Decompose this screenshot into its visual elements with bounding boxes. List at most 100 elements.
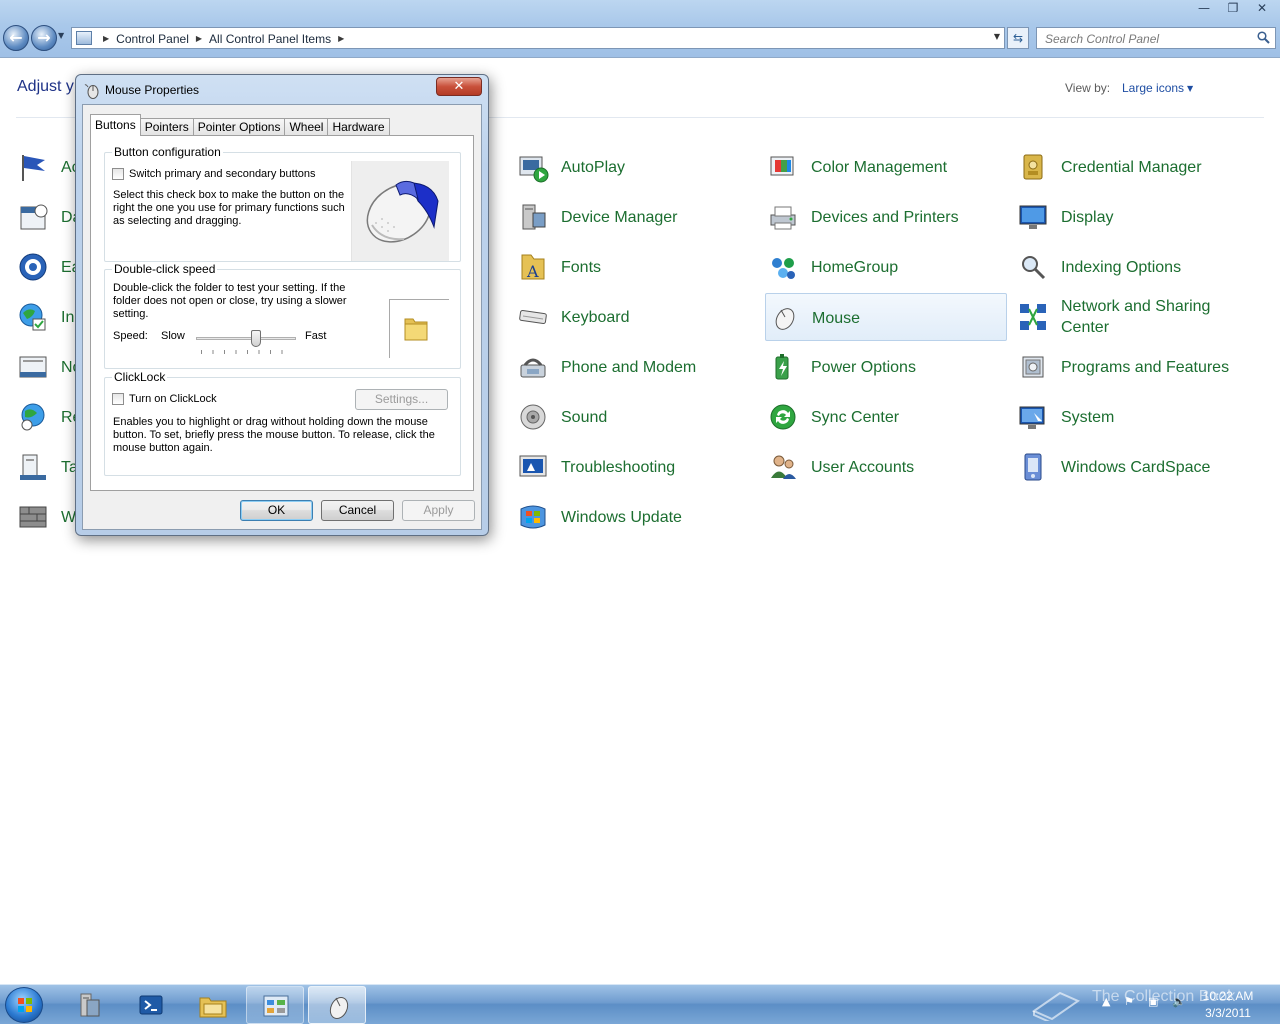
- power-options-icon: [775, 354, 789, 380]
- clicklock-settings-button[interactable]: Settings...: [355, 389, 448, 410]
- tab-wheel[interactable]: Wheel: [284, 118, 329, 136]
- devices-printers-icon: [770, 206, 796, 230]
- address-bar[interactable]: ▶ Control Panel ▶ All Control Panel Item…: [71, 27, 1005, 49]
- control-panel-icon: [76, 31, 92, 45]
- cp-item-credential-manager[interactable]: Credential Manager: [1015, 143, 1257, 191]
- refresh-button[interactable]: ⇆: [1007, 27, 1029, 49]
- cp-item-partial[interactable]: In: [15, 293, 75, 341]
- cp-item-sync-center[interactable]: Sync Center: [765, 393, 1007, 441]
- cp-item-label: Sound: [561, 408, 608, 426]
- cancel-button[interactable]: Cancel: [321, 500, 394, 521]
- sync-center-icon: [770, 404, 796, 430]
- taskbar-control-panel[interactable]: [246, 986, 304, 1024]
- cp-item-network-and-sharing-center[interactable]: Network and Sharing Center: [1015, 293, 1257, 341]
- tab-hardware[interactable]: Hardware: [327, 118, 390, 136]
- cp-item-partial[interactable]: Ea: [15, 243, 81, 291]
- cp-item-windows-update[interactable]: Windows Update: [515, 493, 757, 541]
- cp-item-partial[interactable]: No: [15, 343, 81, 391]
- cp-item-partial[interactable]: Ac: [15, 143, 80, 191]
- ok-button[interactable]: OK: [240, 500, 313, 521]
- recent-pages-dropdown[interactable]: ▼: [58, 31, 64, 40]
- maximize-button[interactable]: ❐: [1219, 0, 1247, 17]
- test-folder-area[interactable]: [389, 299, 449, 358]
- cp-item-sound[interactable]: Sound: [515, 393, 757, 441]
- taskbar-windows-explorer[interactable]: [184, 986, 242, 1024]
- forward-button[interactable]: →: [31, 25, 57, 51]
- cp-item-homegroup[interactable]: HomeGroup: [765, 243, 1007, 291]
- taskbar-powershell[interactable]: [122, 986, 180, 1024]
- chevron-down-icon[interactable]: ▼: [1187, 84, 1193, 93]
- breadcrumb-control-panel[interactable]: Control Panel: [116, 32, 189, 46]
- search-input[interactable]: [1037, 29, 1247, 49]
- taskbar-server-manager[interactable]: [60, 986, 118, 1024]
- cp-item-label: Device Manager: [561, 208, 678, 226]
- cp-item-label: Power Options: [811, 358, 916, 376]
- close-window-button[interactable]: ✕: [1248, 0, 1276, 17]
- cp-item-device-manager[interactable]: Device Manager: [515, 193, 757, 241]
- double-click-speed-group: Double-click speed Double-click the fold…: [104, 262, 461, 369]
- cp-item-phone-and-modem[interactable]: Phone and Modem: [515, 343, 757, 391]
- cp-item-label: Color Management: [811, 158, 948, 176]
- back-button[interactable]: ←: [3, 25, 29, 51]
- tab-buttons[interactable]: Buttons: [90, 114, 141, 136]
- cp-item-partial[interactable]: Re: [15, 393, 81, 441]
- breadcrumb-arrow-icon[interactable]: ▶: [196, 34, 202, 43]
- cp-item-windows-cardspace[interactable]: Windows CardSpace: [1015, 443, 1257, 491]
- clicklock-checkbox[interactable]: [112, 393, 124, 405]
- breadcrumb-all-items[interactable]: All Control Panel Items: [209, 32, 331, 46]
- show-hidden-icons-icon[interactable]: ▲: [1102, 995, 1110, 1008]
- cp-item-partial[interactable]: Da: [15, 193, 81, 241]
- cp-item-partial[interactable]: Ta: [15, 443, 78, 491]
- cp-item-power-options[interactable]: Power Options: [765, 343, 1007, 391]
- windows-explorer-icon: [199, 997, 227, 1018]
- apply-button[interactable]: Apply: [402, 500, 475, 521]
- cp-item-partial[interactable]: W: [15, 493, 76, 541]
- clicklock-description-1: Enables you to highlight or drag without…: [113, 416, 428, 428]
- breadcrumb-arrow-icon[interactable]: ▶: [103, 34, 109, 43]
- clicklock-label[interactable]: Turn on ClickLock: [129, 393, 217, 406]
- tab-pointers[interactable]: Pointers: [139, 118, 194, 136]
- clock-time[interactable]: 10:22 AM: [1202, 989, 1254, 1003]
- switch-buttons-label[interactable]: Switch primary and secondary buttons: [129, 168, 315, 181]
- cp-item-troubleshooting[interactable]: Troubleshooting: [515, 443, 757, 491]
- group-title: ClickLock: [112, 370, 168, 384]
- dialog-title: Mouse Properties: [105, 83, 200, 97]
- volume-muted-icon[interactable]: 🔈: [1172, 995, 1186, 1008]
- folder-icon[interactable]: [402, 313, 432, 343]
- search-box[interactable]: [1036, 27, 1276, 49]
- taskbar-mouse-properties[interactable]: [308, 986, 366, 1024]
- search-icon[interactable]: [1257, 31, 1270, 44]
- action-center-flag-icon[interactable]: ⚑: [1124, 995, 1134, 1008]
- start-button[interactable]: [5, 987, 43, 1023]
- cp-item-programs-and-features[interactable]: Programs and Features: [1015, 343, 1257, 391]
- cp-item-color-management[interactable]: Color Management: [765, 143, 1007, 191]
- group-title: Button configuration: [112, 145, 223, 159]
- windows-firewall-icon: [19, 506, 47, 528]
- clock-date[interactable]: 3/3/2011: [1202, 1006, 1254, 1020]
- device-manager-icon: [522, 204, 546, 230]
- dialog-close-button[interactable]: ✕: [436, 77, 482, 96]
- speed-slider-thumb[interactable]: [251, 330, 261, 347]
- cp-item-user-accounts[interactable]: User Accounts: [765, 443, 1007, 491]
- address-dropdown-icon[interactable]: ▼: [994, 32, 1000, 41]
- cp-item-indexing-options[interactable]: Indexing Options: [1015, 243, 1257, 291]
- minimize-button[interactable]: —: [1190, 0, 1218, 17]
- view-by-dropdown[interactable]: Large icons: [1122, 81, 1184, 95]
- cp-item-system[interactable]: System: [1015, 393, 1257, 441]
- cp-item-autoplay[interactable]: AutoPlay: [515, 143, 757, 191]
- cp-item-display[interactable]: Display: [1015, 193, 1257, 241]
- cp-item-mouse[interactable]: Mouse: [765, 293, 1007, 341]
- cp-item-label: User Accounts: [811, 458, 915, 476]
- speed-slider-track[interactable]: [196, 337, 296, 340]
- tab-pointer-options[interactable]: Pointer Options: [192, 118, 286, 136]
- fast-label: Fast: [305, 330, 327, 342]
- keyboard-icon: [519, 309, 547, 325]
- breadcrumb-arrow-icon[interactable]: ▶: [338, 34, 344, 43]
- windows-cardspace-icon: [1024, 453, 1042, 481]
- cp-item-keyboard[interactable]: Keyboard: [515, 293, 757, 341]
- clicklock-description-3: mouse button again.: [113, 442, 213, 454]
- switch-buttons-checkbox[interactable]: [112, 168, 124, 180]
- cp-item-devices-and-printers[interactable]: Devices and Printers: [765, 193, 1007, 241]
- network-icon[interactable]: ▣: [1148, 995, 1158, 1008]
- cp-item-fonts[interactable]: A Fonts: [515, 243, 757, 291]
